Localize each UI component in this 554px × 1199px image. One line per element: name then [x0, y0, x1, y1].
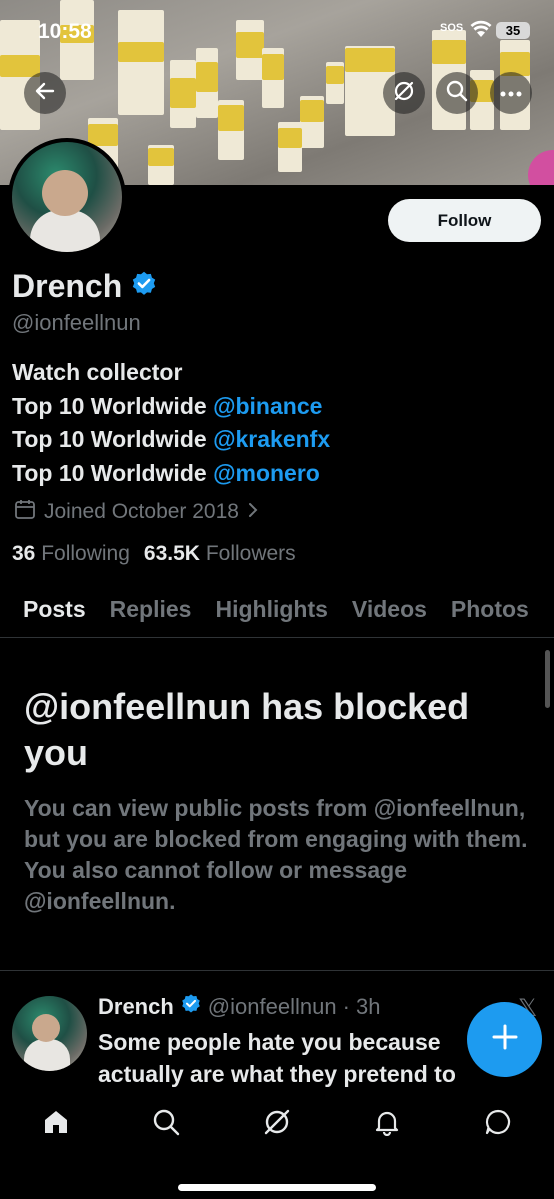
joined-label: Joined October 2018 [44, 500, 239, 523]
sos-indicator: SOS [440, 22, 464, 34]
bottom-nav [0, 1088, 554, 1199]
more-button[interactable] [490, 72, 532, 114]
followers-count: 63.5K [143, 542, 200, 565]
followers-link[interactable]: 63.5K Followers [144, 542, 296, 566]
mention-link[interactable]: @binance [213, 393, 322, 419]
search-icon [446, 80, 468, 107]
following-count: 36 [12, 542, 36, 565]
tab-posts[interactable]: Posts [0, 588, 98, 637]
home-indicator[interactable] [178, 1184, 376, 1191]
mention-link[interactable]: @krakenfx [213, 426, 330, 452]
chevron-right-icon [247, 500, 259, 524]
bio-line: Top 10 Worldwide @monero [12, 457, 330, 491]
bio-line: Watch collector [12, 359, 183, 385]
display-name: Drench [12, 268, 123, 304]
tweet-time: · 3h [342, 994, 381, 1019]
tweet-text[interactable]: Some people hate you because actually ar… [98, 1026, 508, 1088]
nav-grok[interactable] [252, 1104, 302, 1144]
wifi-icon [470, 20, 492, 43]
compose-button[interactable] [467, 1002, 542, 1077]
tweet-text-line: Some people hate you because [98, 1029, 441, 1055]
tweet-text-line: actually are what they pretend to [98, 1061, 456, 1087]
bio-text: Top 10 Worldwide [12, 459, 214, 486]
following-label: Following [41, 542, 130, 565]
grok-icon [392, 79, 416, 108]
blocked-message: You can view public posts from @ionfeell… [24, 795, 528, 914]
profile-avatar[interactable] [8, 138, 126, 256]
bio-text: Top 10 Worldwide [12, 426, 214, 452]
nav-search[interactable] [141, 1104, 191, 1144]
plus-icon [490, 1022, 520, 1057]
home-icon [42, 1108, 70, 1141]
grok-icon [262, 1107, 292, 1142]
nav-home[interactable] [31, 1104, 81, 1144]
nav-notifications[interactable] [362, 1104, 412, 1144]
profile-tabs: Posts Replies Highlights Videos Photos [0, 588, 554, 638]
message-icon [484, 1108, 512, 1141]
tab-photos[interactable]: Photos [439, 588, 541, 637]
bio-line: Top 10 Worldwide @binance [12, 390, 330, 424]
follow-counts: 36 Following 63.5K Followers [12, 542, 296, 566]
battery-indicator: 35 [496, 22, 530, 39]
follow-button[interactable]: Follow [388, 199, 541, 242]
scrollbar[interactable] [545, 650, 550, 708]
following-link[interactable]: 36 Following [12, 542, 130, 566]
search-icon [152, 1108, 180, 1141]
verified-badge-icon [180, 993, 202, 1021]
joined-date[interactable]: Joined October 2018 [14, 498, 259, 526]
back-button[interactable] [24, 72, 66, 114]
search-button[interactable] [436, 72, 478, 114]
nav-messages[interactable] [473, 1104, 523, 1144]
tweet-author-handle[interactable]: @ionfeellnun [208, 994, 337, 1020]
tweet-avatar[interactable] [12, 996, 87, 1071]
tweet-author-name[interactable]: Drench [98, 994, 174, 1020]
profile-name-row: Drench [12, 268, 158, 305]
bio-text: Top 10 Worldwide [12, 392, 214, 419]
status-bar: 10:58 SOS 35 [0, 0, 554, 60]
profile-bio: Watch collector Top 10 Worldwide @binanc… [12, 356, 330, 490]
verified-badge-icon[interactable] [130, 270, 158, 303]
mention-link[interactable]: @monero [213, 460, 320, 486]
divider [0, 970, 554, 971]
more-icon [500, 84, 522, 102]
clock: 10:58 [38, 20, 92, 43]
followers-label: Followers [205, 542, 296, 565]
calendar-icon [14, 498, 36, 526]
bio-line: Top 10 Worldwide @krakenfx [12, 423, 330, 457]
back-arrow-icon [34, 80, 56, 107]
tab-videos[interactable]: Videos [340, 588, 439, 637]
bell-icon [373, 1108, 401, 1141]
tab-replies[interactable]: Replies [98, 588, 204, 637]
grok-button[interactable] [383, 72, 425, 114]
profile-handle: @ionfeellnun [12, 310, 141, 335]
tweet-header: Drench @ionfeellnun · 3h [98, 993, 380, 1021]
blocked-title: @ionfeellnun has blocked you [24, 686, 470, 773]
tab-highlights[interactable]: Highlights [203, 588, 339, 637]
